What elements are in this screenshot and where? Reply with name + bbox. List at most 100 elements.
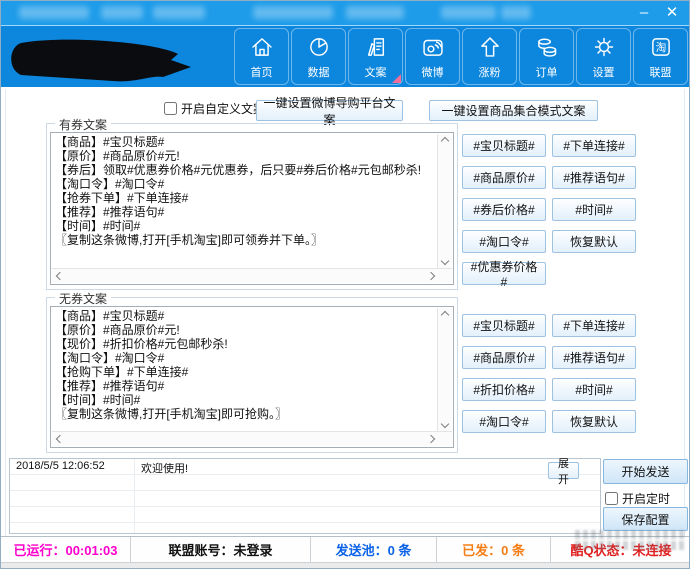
scroll-right-icon[interactable]	[427, 435, 435, 443]
nav-weibo[interactable]: 微博	[405, 28, 460, 85]
coupon-textarea-text: 【商品】#宝贝标题# 【原价】#商品原价#元! 【券后】领取#优惠券价格#元优惠…	[52, 134, 437, 268]
scroll-down-icon[interactable]	[441, 420, 449, 428]
insert-discount-price-button[interactable]: #折扣价格#	[462, 378, 546, 401]
timer-checkbox-label: 开启定时	[622, 490, 670, 507]
restore-default-button[interactable]: 恢复默认	[552, 410, 636, 433]
log-row: 2018/5/5 12:06:52 欢迎使用!	[10, 459, 600, 475]
copywriting-icon	[363, 34, 389, 65]
main-toolbar: 首页 数据 文案 微博	[1, 25, 690, 87]
redacted-title	[501, 6, 531, 19]
status-bar: 已运行：00:01:03 联盟账号：未登录 发送池：0 条 已发：0 条 酷Q状…	[1, 536, 690, 563]
log-panel[interactable]: 2018/5/5 12:06:52 欢迎使用! 展开	[9, 458, 601, 534]
scroll-up-icon[interactable]	[441, 137, 449, 145]
scroll-up-icon[interactable]	[441, 311, 449, 319]
insert-order-link-button[interactable]: #下单连接#	[552, 134, 636, 157]
coupon-textarea[interactable]: 【商品】#宝贝标题# 【原价】#商品原价#元! 【券后】领取#优惠券价格#元优惠…	[50, 132, 454, 285]
scroll-left-icon[interactable]	[56, 272, 64, 280]
client-frame-right	[684, 89, 685, 560]
redacted-title	[19, 6, 89, 19]
nav-alliance[interactable]: 淘 联盟	[633, 28, 688, 85]
log-row	[10, 507, 600, 523]
insert-recommend-button[interactable]: #推荐语句#	[552, 166, 636, 189]
status-alliance-account: 联盟账号：未登录	[131, 537, 311, 562]
insert-after-coupon-price-button[interactable]: #券后价格#	[462, 198, 546, 221]
horizontal-scrollbar[interactable]	[52, 431, 452, 446]
redacted-title	[441, 6, 496, 19]
window-bottom-edge	[1, 563, 690, 569]
insert-time-button[interactable]: #时间#	[552, 378, 636, 401]
restore-default-button[interactable]: 恢复默认	[552, 230, 636, 253]
no-coupon-groupbox: 无券文案 【商品】#宝贝标题# 【原价】#商品原价#元! 【现价】#折扣价格#元…	[46, 297, 458, 453]
nav-orders[interactable]: 订单	[519, 28, 574, 85]
taobao-icon: 淘	[648, 34, 674, 65]
start-send-button[interactable]: 开始发送	[603, 459, 688, 484]
save-config-button[interactable]: 保存配置	[603, 507, 688, 531]
nav-label: 数据	[308, 67, 330, 79]
nav-label: 联盟	[650, 67, 672, 79]
vertical-scrollbar[interactable]	[437, 308, 452, 431]
pie-chart-icon	[306, 34, 332, 65]
toolbar-nav: 首页 数据 文案 微博	[234, 28, 688, 85]
insert-taoword-button[interactable]: #淘口令#	[462, 410, 546, 433]
custom-copy-checkbox-input[interactable]	[164, 102, 177, 115]
custom-copy-checkbox[interactable]: 开启自定义文案	[164, 100, 265, 117]
insert-time-button[interactable]: #时间#	[552, 198, 636, 221]
no-coupon-textarea-text: 【商品】#宝贝标题# 【原价】#商品原价#元! 【现价】#折扣价格#元包邮秒杀!…	[52, 308, 437, 431]
close-button[interactable]: ✕	[659, 2, 685, 23]
redacted-title	[253, 6, 333, 19]
insert-taoword-button[interactable]: #淘口令#	[462, 230, 546, 253]
status-sent-count: 已发：0 条	[437, 537, 551, 562]
coins-icon	[534, 34, 560, 65]
log-timestamp: 2018/5/5 12:06:52	[16, 460, 105, 472]
nav-home[interactable]: 首页	[234, 28, 289, 85]
insert-original-price-button[interactable]: #商品原价#	[462, 346, 546, 369]
nav-label: 订单	[536, 67, 558, 79]
timer-checkbox[interactable]: 开启定时	[605, 490, 670, 507]
no-coupon-group-title: 无券文案	[55, 290, 111, 307]
horizontal-scrollbar[interactable]	[52, 268, 452, 283]
minimize-button[interactable]: –	[631, 2, 657, 23]
redacted-title	[346, 6, 404, 19]
expand-log-button[interactable]: 展开	[548, 462, 579, 479]
gear-icon	[591, 34, 617, 65]
log-message: 欢迎使用!	[141, 460, 188, 476]
log-row	[10, 491, 600, 507]
client-frame-left	[5, 89, 6, 560]
preset-product-button[interactable]: 一键设置商品集合模式文案	[429, 100, 598, 121]
status-runtime: 已运行：00:01:03	[1, 537, 131, 562]
scroll-down-icon[interactable]	[441, 257, 449, 265]
redacted-title	[153, 6, 205, 19]
preset-weibo-button[interactable]: 一键设置微博导购平台文案	[256, 100, 403, 121]
timer-checkbox-input[interactable]	[605, 492, 618, 505]
insert-item-title-button[interactable]: #宝贝标题#	[462, 314, 546, 337]
scroll-left-icon[interactable]	[56, 435, 64, 443]
title-bar: – ✕	[1, 1, 690, 25]
insert-recommend-button[interactable]: #推荐语句#	[552, 346, 636, 369]
insert-item-title-button[interactable]: #宝贝标题#	[462, 134, 546, 157]
svg-text:淘: 淘	[655, 41, 666, 54]
status-send-pool: 发送池：0 条	[311, 537, 437, 562]
arrow-up-icon	[477, 34, 503, 65]
log-row	[10, 475, 600, 491]
nav-grow-fans[interactable]: 涨粉	[462, 28, 517, 85]
status-coolq: 酷Q状态：未连接	[551, 537, 690, 562]
active-tab-indicator	[392, 74, 401, 83]
coupon-groupbox: 有券文案 【商品】#宝贝标题# 【原价】#商品原价#元! 【券后】领取#优惠券价…	[46, 123, 458, 290]
weibo-icon	[420, 34, 446, 65]
redacted-logo	[5, 31, 205, 85]
nav-label: 涨粉	[479, 67, 501, 79]
insert-coupon-price-button[interactable]: #优惠券价格#	[462, 262, 546, 285]
redacted-title	[101, 6, 143, 19]
insert-original-price-button[interactable]: #商品原价#	[462, 166, 546, 189]
app-window: – ✕ 首页 数据 文案	[0, 0, 690, 569]
no-coupon-textarea[interactable]: 【商品】#宝贝标题# 【原价】#商品原价#元! 【现价】#折扣价格#元包邮秒杀!…	[50, 306, 454, 448]
nav-label: 微博	[422, 67, 444, 79]
vertical-scrollbar[interactable]	[437, 134, 452, 268]
nav-copywriting[interactable]: 文案	[348, 28, 403, 85]
nav-label: 设置	[593, 67, 615, 79]
nav-settings[interactable]: 设置	[576, 28, 631, 85]
nav-data[interactable]: 数据	[291, 28, 346, 85]
insert-order-link-button[interactable]: #下单连接#	[552, 314, 636, 337]
nav-label: 文案	[365, 67, 387, 79]
scroll-right-icon[interactable]	[427, 272, 435, 280]
